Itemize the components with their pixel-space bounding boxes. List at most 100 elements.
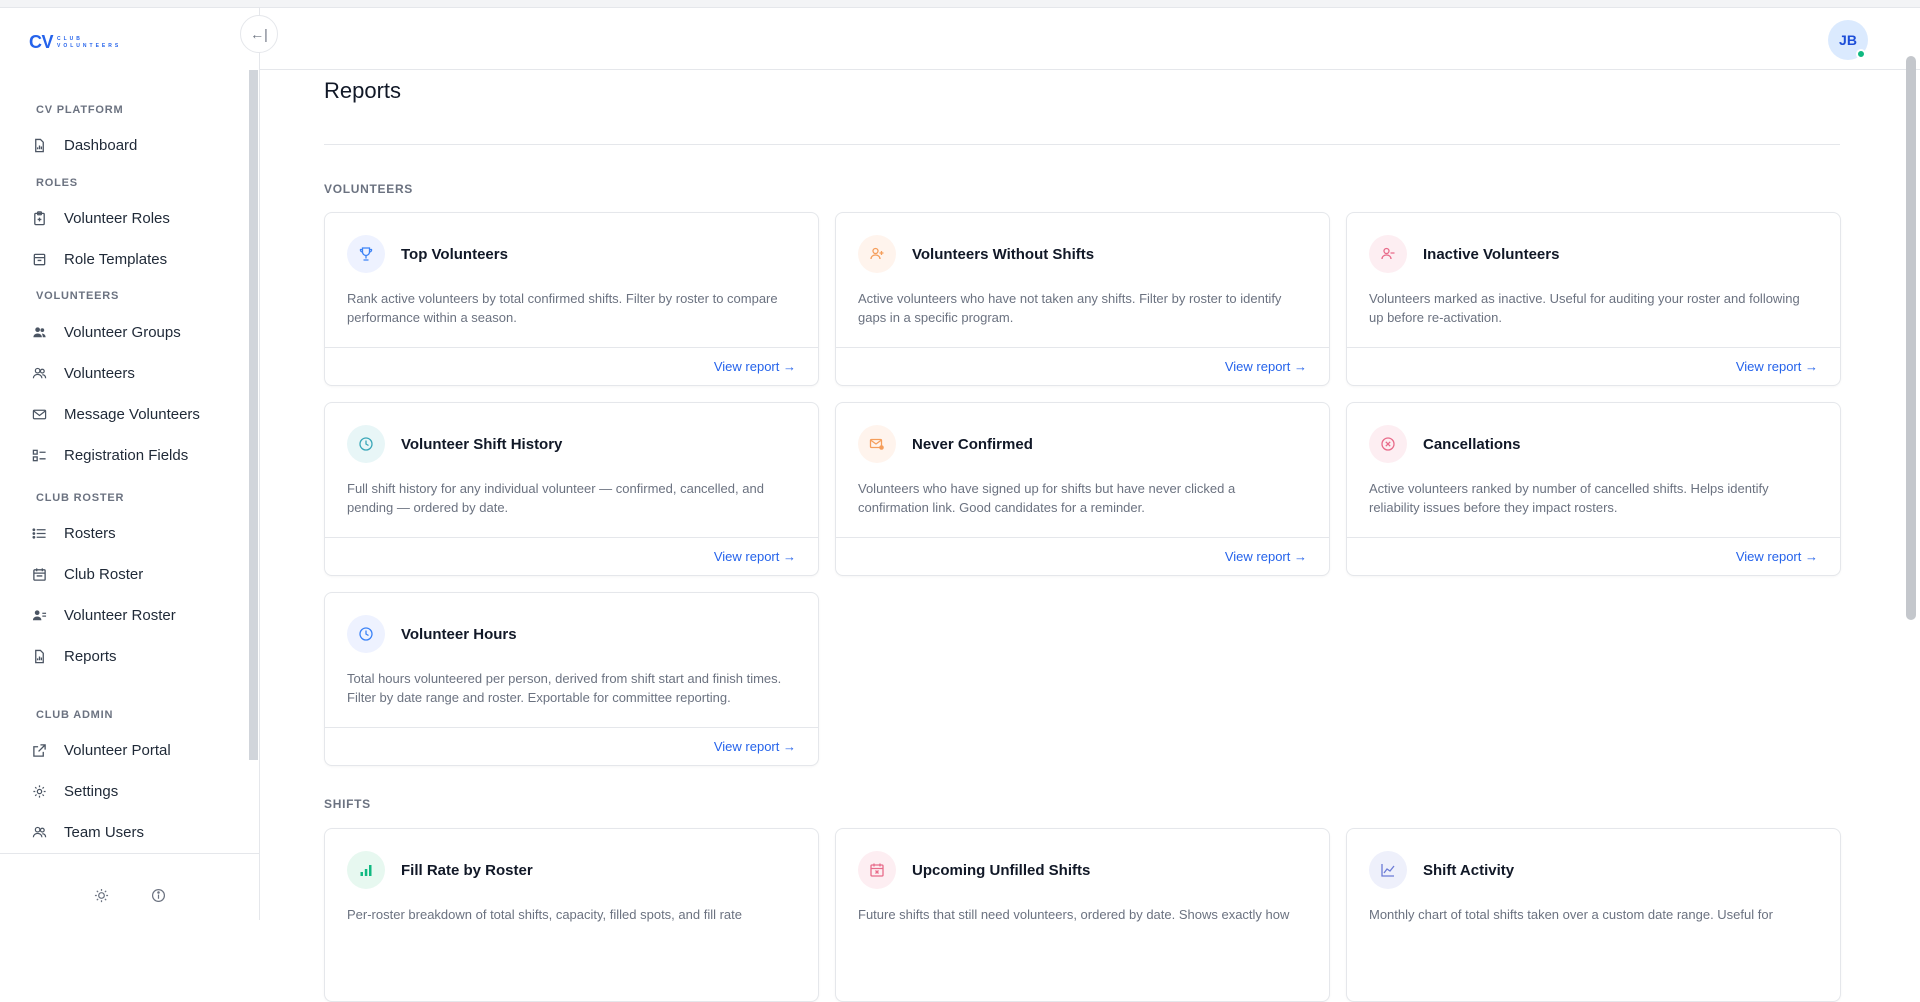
info-icon[interactable] bbox=[149, 886, 167, 904]
view-report-link[interactable]: View report → bbox=[714, 739, 796, 754]
card-description: Rank active volunteers by total confirme… bbox=[347, 291, 778, 325]
sidebar-item-role-templates[interactable]: Role Templates bbox=[30, 245, 167, 273]
sidebar-item-label: Message Volunteers bbox=[64, 405, 200, 423]
report-card-volunteer-hours[interactable]: Volunteer Hours Total hours volunteered … bbox=[324, 592, 819, 766]
logo-line-2: VOLUNTEERS bbox=[57, 42, 122, 49]
sidebar-item-volunteer-roles[interactable]: Volunteer Roles bbox=[30, 204, 170, 232]
collapse-sidebar-button[interactable]: ←| bbox=[240, 15, 278, 53]
sidebar-item-rosters[interactable]: Rosters bbox=[30, 519, 116, 547]
sidebar-scrollbar[interactable] bbox=[249, 70, 258, 760]
sidebar-item-reports[interactable]: Reports bbox=[30, 642, 117, 670]
report-card-volunteers-without-shifts[interactable]: Volunteers Without Shifts Active volunte… bbox=[835, 212, 1330, 386]
sidebar-item-label: Settings bbox=[64, 782, 119, 800]
sidebar-item-volunteer-portal[interactable]: Volunteer Portal bbox=[30, 736, 171, 764]
sidebar-item-label: Volunteer Roster bbox=[64, 606, 176, 624]
sidebar-item-club-roster[interactable]: Club Roster bbox=[30, 560, 143, 588]
line-chart-icon bbox=[1369, 851, 1407, 889]
online-status-indicator bbox=[1856, 49, 1866, 59]
users-icon bbox=[30, 364, 48, 382]
view-report-link[interactable]: View report → bbox=[1736, 549, 1818, 564]
title-divider bbox=[324, 144, 1840, 145]
sidebar-item-dashboard[interactable]: Dashboard bbox=[30, 131, 137, 159]
calendar-icon bbox=[30, 565, 48, 583]
users-solid-icon bbox=[30, 323, 48, 341]
sidebar-item-label: Club Roster bbox=[64, 565, 144, 583]
external-link-icon bbox=[30, 741, 48, 759]
card-header: Shift Activity bbox=[1369, 851, 1514, 889]
group-label-volunteers: VOLUNTEERS bbox=[324, 182, 414, 196]
card-title: Never Confirmed bbox=[912, 435, 1033, 453]
card-title: Fill Rate by Roster bbox=[401, 861, 533, 879]
card-description: Total hours volunteered per person, deri… bbox=[347, 671, 782, 705]
file-chart-icon bbox=[30, 136, 48, 154]
card-header: Upcoming Unfilled Shifts bbox=[858, 851, 1090, 889]
card-header: Volunteer Shift History bbox=[347, 425, 562, 463]
view-report-link[interactable]: View report → bbox=[1225, 359, 1307, 374]
sidebar-item-label: Volunteers bbox=[64, 364, 135, 382]
report-card-top-volunteers[interactable]: Top Volunteers Rank active volunteers by… bbox=[324, 212, 819, 386]
logo-line-1: CLUB bbox=[57, 35, 83, 42]
section-roles: ROLES bbox=[36, 177, 78, 189]
report-card-never-confirmed[interactable]: Never Confirmed Volunteers who have sign… bbox=[835, 402, 1330, 576]
list-icon bbox=[30, 524, 48, 542]
card-header: Cancellations bbox=[1369, 425, 1521, 463]
card-description: Full shift history for any individual vo… bbox=[347, 481, 764, 515]
sidebar-footer-divider bbox=[0, 853, 260, 854]
report-card-upcoming-unfilled-shifts[interactable]: Upcoming Unfilled Shifts Future shifts t… bbox=[835, 828, 1330, 1002]
view-report-link[interactable]: View report → bbox=[714, 549, 796, 564]
sidebar-item-team-users[interactable]: Team Users bbox=[30, 818, 144, 846]
team-icon bbox=[30, 823, 48, 841]
section-cv-platform: CV PLATFORM bbox=[36, 104, 124, 116]
logo-mark: CV bbox=[29, 32, 54, 52]
card-description: Volunteers who have signed up for shifts… bbox=[858, 481, 1236, 515]
report-card-volunteer-shift-history[interactable]: Volunteer Shift History Full shift histo… bbox=[324, 402, 819, 576]
card-description: Volunteers marked as inactive. Useful fo… bbox=[1369, 291, 1800, 325]
view-report-link[interactable]: View report → bbox=[714, 359, 796, 374]
card-divider bbox=[325, 537, 818, 538]
sidebar: CV CLUB VOLUNTEERS CV PLATFORM Dashboard… bbox=[0, 8, 260, 920]
report-card-fill-rate-by-roster[interactable]: Fill Rate by Roster Per-roster breakdown… bbox=[324, 828, 819, 1002]
user-list-icon bbox=[30, 606, 48, 624]
card-title: Volunteer Shift History bbox=[401, 435, 563, 453]
sidebar-item-label: Registration Fields bbox=[64, 446, 189, 464]
sidebar-item-volunteer-groups[interactable]: Volunteer Groups bbox=[30, 318, 181, 346]
section-club-admin: CLUB ADMIN bbox=[36, 709, 114, 721]
collapse-left-icon: ←| bbox=[250, 26, 268, 42]
card-header: Volunteers Without Shifts bbox=[858, 235, 1094, 273]
card-divider bbox=[1347, 537, 1840, 538]
card-header: Fill Rate by Roster bbox=[347, 851, 533, 889]
main-scrollbar[interactable] bbox=[1906, 56, 1916, 620]
mail-icon bbox=[30, 405, 48, 423]
card-header: Never Confirmed bbox=[858, 425, 1033, 463]
card-description: Active volunteers ranked by number of ca… bbox=[1369, 481, 1769, 515]
calendar-x-icon bbox=[858, 851, 896, 889]
top-header bbox=[260, 8, 1920, 70]
card-title: Shift Activity bbox=[1423, 861, 1515, 879]
clipboard-icon bbox=[30, 209, 48, 227]
view-report-link[interactable]: View report → bbox=[1225, 549, 1307, 564]
bar-chart-icon bbox=[347, 851, 385, 889]
sidebar-item-label: Role Templates bbox=[64, 250, 168, 268]
browser-top-strip bbox=[0, 0, 1920, 8]
user-minus-icon bbox=[1369, 235, 1407, 273]
sun-icon[interactable] bbox=[92, 886, 110, 904]
sidebar-item-label: Team Users bbox=[64, 823, 145, 841]
sidebar-item-volunteers[interactable]: Volunteers bbox=[30, 359, 135, 387]
sidebar-item-volunteer-roster[interactable]: Volunteer Roster bbox=[30, 601, 176, 629]
card-divider bbox=[836, 537, 1329, 538]
brand-logo[interactable]: CV CLUB VOLUNTEERS bbox=[29, 32, 121, 53]
trophy-icon bbox=[347, 235, 385, 273]
card-description: Per-roster breakdown of total shifts, ca… bbox=[347, 907, 742, 922]
sidebar-item-settings[interactable]: Settings bbox=[30, 777, 118, 805]
report-card-inactive-volunteers[interactable]: Inactive Volunteers Volunteers marked as… bbox=[1346, 212, 1841, 386]
template-icon bbox=[30, 250, 48, 268]
card-divider bbox=[325, 727, 818, 728]
report-card-shift-activity[interactable]: Shift Activity Monthly chart of total sh… bbox=[1346, 828, 1841, 1002]
report-card-cancellations[interactable]: Cancellations Active volunteers ranked b… bbox=[1346, 402, 1841, 576]
sidebar-item-label: Volunteer Portal bbox=[64, 741, 171, 759]
card-description: Active volunteers who have not taken any… bbox=[858, 291, 1282, 325]
card-title: Inactive Volunteers bbox=[1423, 245, 1560, 263]
view-report-link[interactable]: View report → bbox=[1736, 359, 1818, 374]
sidebar-item-message-volunteers[interactable]: Message Volunteers bbox=[30, 400, 200, 428]
sidebar-item-registration-fields[interactable]: Registration Fields bbox=[30, 441, 188, 469]
